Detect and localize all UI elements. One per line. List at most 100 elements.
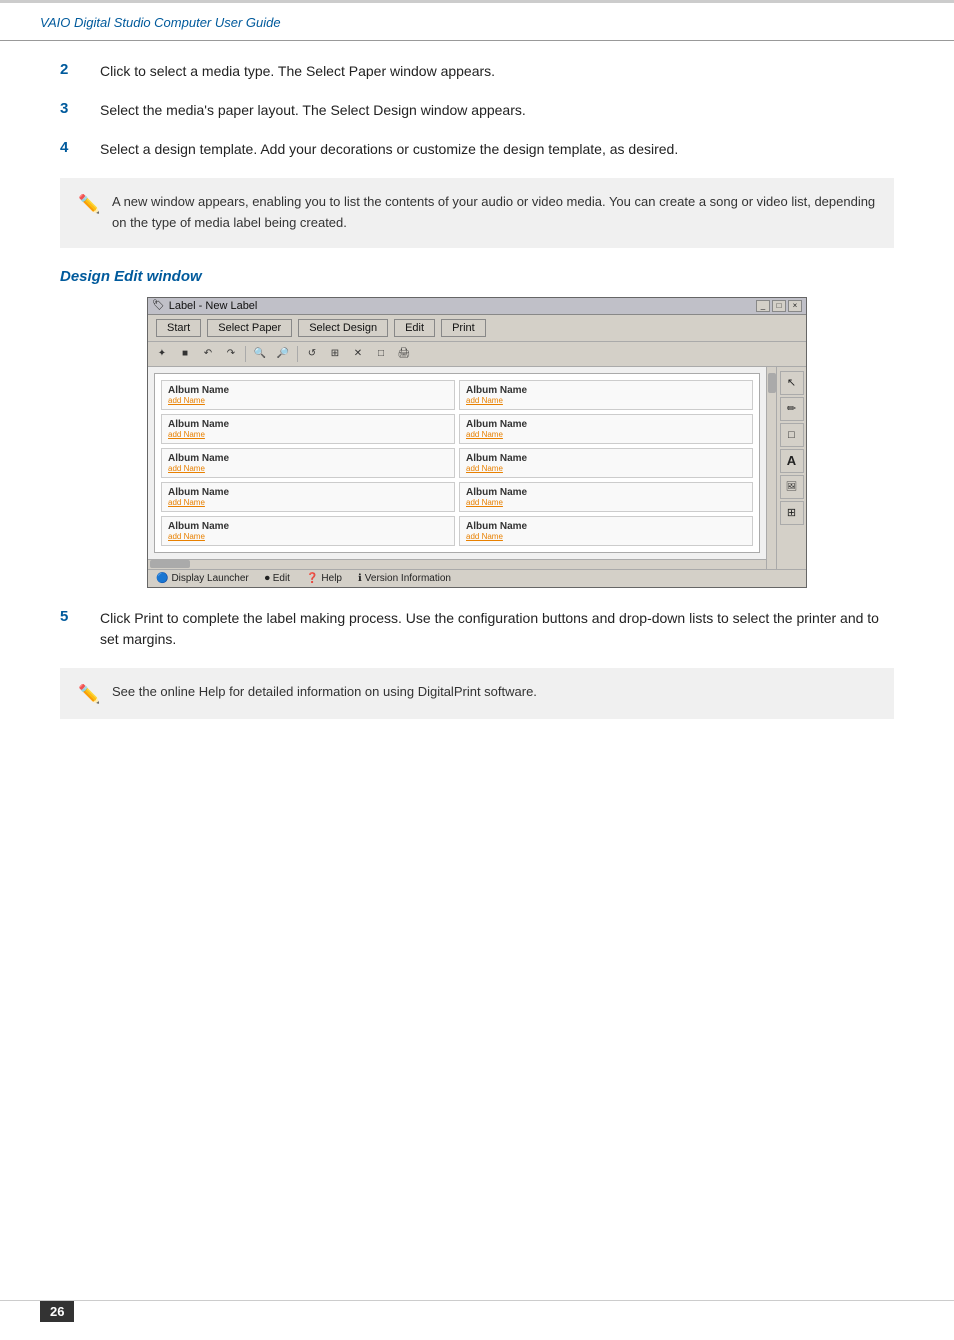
tool-icon-delete[interactable]: ✕ xyxy=(348,345,368,363)
tool-icon-rect[interactable]: □ xyxy=(371,345,391,363)
step-text-3: Select the media's paper layout. The Sel… xyxy=(100,100,894,121)
edit-label: Edit xyxy=(273,573,290,584)
edit-button[interactable]: Edit xyxy=(394,319,435,337)
app-statusbar: 🔵 Display Launcher ⏺ Edit ❓ Help ℹ Versi… xyxy=(148,569,806,587)
page-title: VAIO Digital Studio Computer User Guide xyxy=(40,15,281,30)
step-number-5: 5 xyxy=(60,608,100,625)
album-sub: add Name xyxy=(168,396,448,405)
horizontal-scrollbar[interactable] xyxy=(148,559,766,569)
page-number: 26 xyxy=(40,1301,74,1322)
album-item-3-1: Album Name add Name xyxy=(161,448,455,478)
album-name: Album Name xyxy=(168,521,448,532)
vertical-scrollbar[interactable] xyxy=(766,367,776,569)
album-name: Album Name xyxy=(466,487,746,498)
top-border xyxy=(0,0,954,3)
scrollbar-thumb-v xyxy=(768,373,776,393)
image-tool-button[interactable]: 🖼 xyxy=(780,475,804,499)
tool-icon-print[interactable]: 🖨 xyxy=(394,345,414,363)
select-design-button[interactable]: Select Design xyxy=(298,319,388,337)
album-sub: add Name xyxy=(168,430,448,439)
close-button[interactable]: × xyxy=(788,300,802,312)
statusbar-version[interactable]: ℹ Version Information xyxy=(358,573,451,584)
album-item-1-2: Album Name add Name xyxy=(459,380,753,410)
app-title: Label - New Label xyxy=(169,300,258,312)
album-sub: add Name xyxy=(466,464,746,473)
help-label: Help xyxy=(321,573,342,584)
statusbar-help[interactable]: ❓ Help xyxy=(306,573,342,584)
edit-icon: ⏺ xyxy=(265,573,270,584)
album-name: Album Name xyxy=(466,385,746,396)
start-button[interactable]: Start xyxy=(156,319,201,337)
select-tool-button[interactable]: ↖ xyxy=(780,371,804,395)
display-launcher-label: Display Launcher xyxy=(171,573,248,584)
album-sub: add Name xyxy=(466,498,746,507)
tool-icon-grid[interactable]: ⊞ xyxy=(325,345,345,363)
section-heading: Design Edit window xyxy=(60,268,894,285)
display-launcher-icon: 🔵 xyxy=(156,573,168,584)
tool-icon-zoom-in[interactable]: 🔍 xyxy=(250,345,270,363)
album-sub: add Name xyxy=(466,532,746,541)
app-toolbar: Start Select Paper Select Design Edit Pr… xyxy=(148,315,806,342)
album-name: Album Name xyxy=(466,453,746,464)
album-item-2-2: Album Name add Name xyxy=(459,414,753,444)
toolbar-separator-1 xyxy=(245,346,246,362)
app-titlebar-controls[interactable]: _ □ × xyxy=(756,300,802,312)
version-icon: ℹ xyxy=(358,573,362,584)
minimize-button[interactable]: _ xyxy=(756,300,770,312)
toolbar-separator-2 xyxy=(297,346,298,362)
pencil-tool-button[interactable]: ✏ xyxy=(780,397,804,421)
step-number-4: 4 xyxy=(60,139,100,156)
select-paper-button[interactable]: Select Paper xyxy=(207,319,292,337)
note-icon-1: ✏️ xyxy=(78,194,102,215)
tool-icon-save[interactable]: ■ xyxy=(175,345,195,363)
step-number-2: 2 xyxy=(60,61,100,78)
album-item-5-1: Album Name add Name xyxy=(161,516,455,546)
help-icon: ❓ xyxy=(306,573,318,584)
version-label: Version Information xyxy=(365,573,451,584)
album-item-4-2: Album Name add Name xyxy=(459,482,753,512)
step-number-3: 3 xyxy=(60,100,100,117)
album-sub: add Name xyxy=(168,464,448,473)
step-2: 2 Click to select a media type. The Sele… xyxy=(60,61,894,82)
print-button[interactable]: Print xyxy=(441,319,486,337)
statusbar-display-launcher[interactable]: 🔵 Display Launcher xyxy=(156,573,249,584)
tool-icon-undo[interactable]: ↶ xyxy=(198,345,218,363)
album-sub: add Name xyxy=(168,532,448,541)
album-item-3-2: Album Name add Name xyxy=(459,448,753,478)
main-content: 2 Click to select a media type. The Sele… xyxy=(0,41,954,759)
album-item-2-1: Album Name add Name xyxy=(161,414,455,444)
note-icon-2: ✏️ xyxy=(78,684,102,705)
album-sub: add Name xyxy=(466,430,746,439)
tool-icon-zoom-out[interactable]: 🔎 xyxy=(273,345,293,363)
statusbar-edit[interactable]: ⏺ Edit xyxy=(265,573,290,584)
step-5: 5 Click Print to complete the label maki… xyxy=(60,608,894,650)
step-text-5: Click Print to complete the label making… xyxy=(100,608,894,650)
note-box-2: ✏️ See the online Help for detailed info… xyxy=(60,668,894,719)
step-3: 3 Select the media's paper layout. The S… xyxy=(60,100,894,121)
album-item-1-1: Album Name add Name xyxy=(161,380,455,410)
album-item-4-1: Album Name add Name xyxy=(161,482,455,512)
album-name: Album Name xyxy=(168,419,448,430)
album-name: Album Name xyxy=(466,521,746,532)
tool-icon-new[interactable]: ✦ xyxy=(152,345,172,363)
app-window: 🏷 Label - New Label _ □ × Start Select P… xyxy=(147,297,807,588)
maximize-button[interactable]: □ xyxy=(772,300,786,312)
album-name: Album Name xyxy=(466,419,746,430)
grid-tool-button[interactable]: ⊞ xyxy=(780,501,804,525)
tool-icon-redo[interactable]: ↷ xyxy=(221,345,241,363)
tool-icon-rotate[interactable]: ↺ xyxy=(302,345,322,363)
right-panel: ↖ ✏ □ A 🖼 ⊞ xyxy=(776,367,806,569)
step-text-2: Click to select a media type. The Select… xyxy=(100,61,894,82)
rectangle-tool-button[interactable]: □ xyxy=(780,423,804,447)
text-tool-button[interactable]: A xyxy=(780,449,804,473)
album-sub: add Name xyxy=(466,396,746,405)
app-titlebar-left: 🏷 Label - New Label xyxy=(152,300,257,312)
canvas-area: Album Name add Name Album Name add Name … xyxy=(154,373,760,553)
note-text-1: A new window appears, enabling you to li… xyxy=(112,192,876,234)
scrollbar-thumb-h xyxy=(150,560,190,568)
app-body: Album Name add Name Album Name add Name … xyxy=(148,367,806,569)
album-grid: Album Name add Name Album Name add Name … xyxy=(161,380,753,546)
page-header: VAIO Digital Studio Computer User Guide xyxy=(0,0,954,41)
album-item-5-2: Album Name add Name xyxy=(459,516,753,546)
album-name: Album Name xyxy=(168,453,448,464)
